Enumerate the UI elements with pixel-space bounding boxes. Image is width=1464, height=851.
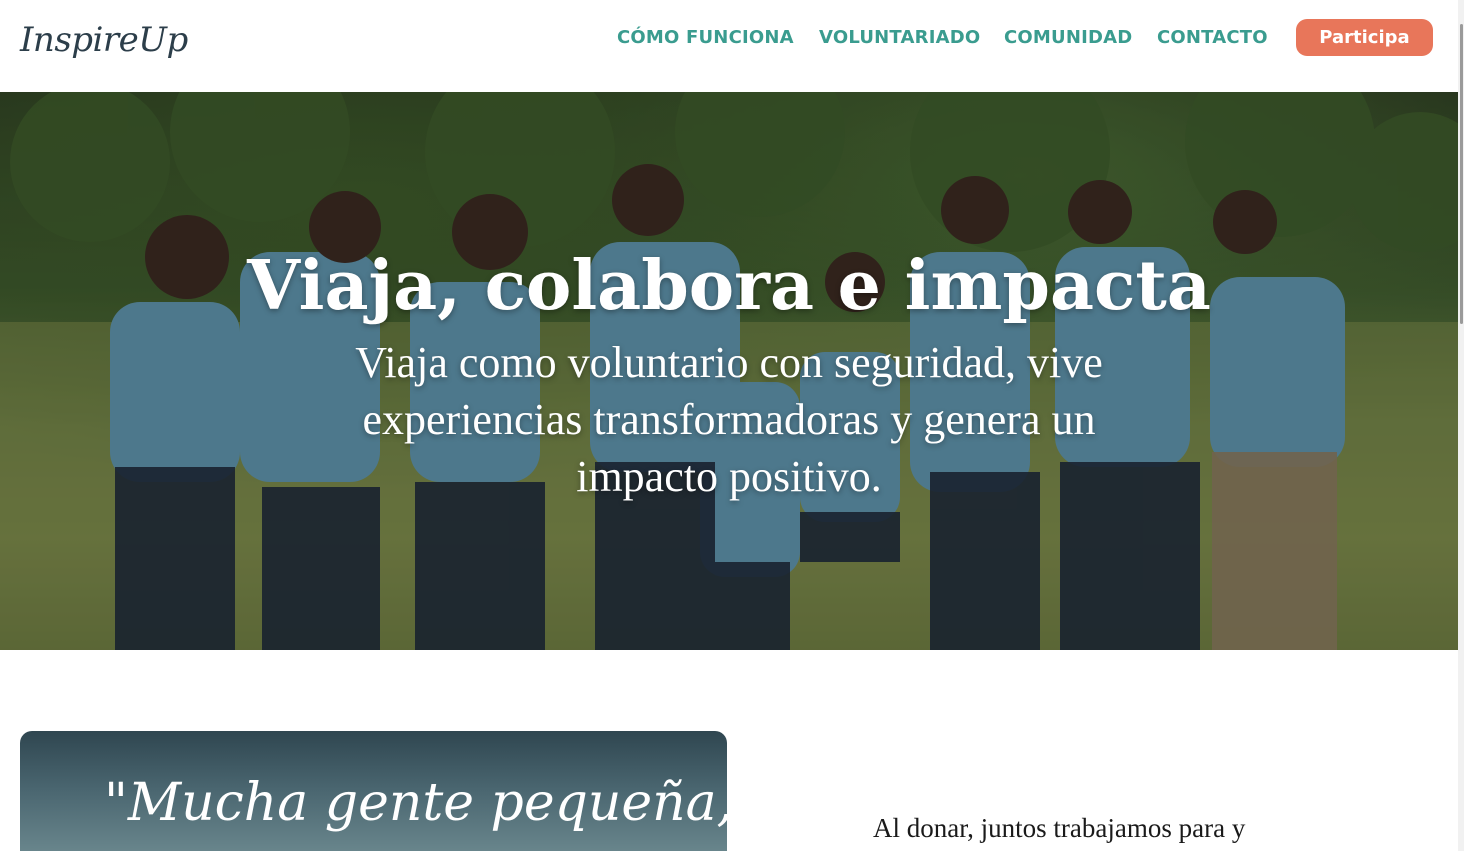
scrollbar-thumb[interactable] [1460, 24, 1463, 324]
nav-contacto[interactable]: CONTACTO [1157, 27, 1268, 48]
hero-section: Viaja, colabora e impacta Viaja como vol… [0, 92, 1458, 650]
hero-subtitle: Viaja como voluntario con seguridad, viv… [355, 338, 1103, 501]
nav-comunidad[interactable]: COMUNIDAD [1004, 27, 1132, 48]
donate-paragraph: Al donar, juntos trabajamos para y [873, 813, 1246, 843]
quote-card: "Mucha gente pequeña, en [20, 731, 727, 851]
nav-como-funciona[interactable]: CÓMO FUNCIONA [617, 27, 794, 48]
site-logo[interactable]: InspireUp [20, 20, 188, 60]
participa-button[interactable]: Participa [1296, 19, 1433, 56]
site-header: InspireUp CÓMO FUNCIONA VOLUNTARIADO COM… [0, 0, 1464, 92]
nav-voluntariado[interactable]: VOLUNTARIADO [819, 27, 980, 48]
quote-text: "Mucha gente pequeña, en [104, 773, 727, 833]
hero-title: Viaja, colabora e impacta [247, 246, 1211, 326]
